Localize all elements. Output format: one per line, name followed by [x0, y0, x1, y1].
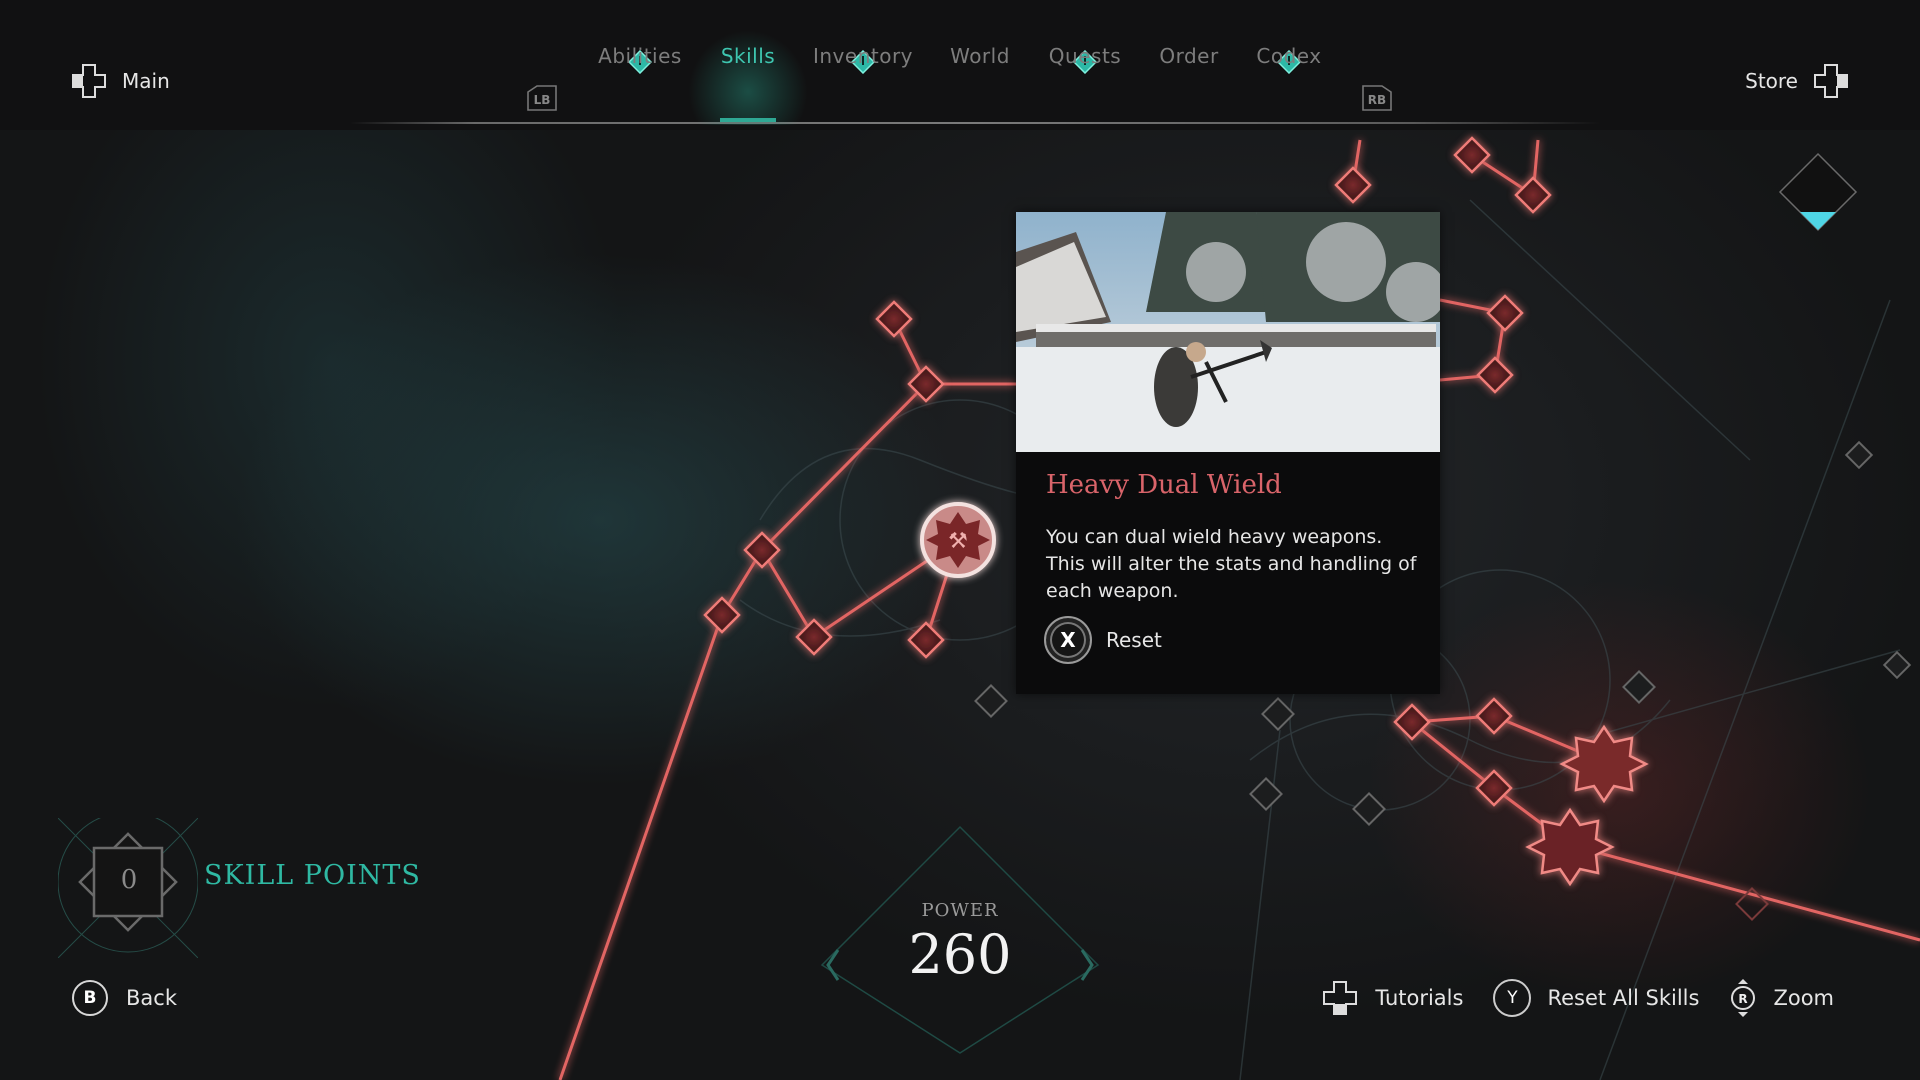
reset-skill-button[interactable]: X Reset [1044, 616, 1162, 664]
skill-points-value: 0 [120, 865, 138, 895]
svg-text:LB: LB [534, 93, 551, 107]
tutorials-label: Tutorials [1375, 986, 1464, 1010]
x-button-icon: X [1044, 616, 1092, 664]
rb-bumper-icon[interactable]: RB [1360, 84, 1394, 112]
right-stick-icon: R [1731, 979, 1756, 1017]
store-button[interactable]: Store [1745, 62, 1850, 100]
zoom-button[interactable]: R Zoom [1729, 978, 1834, 1018]
tab-abilities[interactable]: Abilities [598, 44, 682, 68]
rank-progress-fill [1780, 212, 1856, 230]
skill-description: You can dual wield heavy weapons. This w… [1046, 526, 1417, 602]
power-display: POWER 260 [860, 900, 1060, 986]
skill-title: Heavy Dual Wield [1046, 470, 1282, 500]
svg-text:RB: RB [1368, 93, 1386, 107]
power-label: POWER [921, 900, 999, 921]
locked-skill-node[interactable] [1249, 777, 1283, 811]
top-divider [350, 122, 1600, 124]
tutorials-button[interactable]: Tutorials [1321, 979, 1463, 1017]
skill-node[interactable] [1453, 136, 1491, 174]
skill-node[interactable] [1475, 697, 1513, 735]
tab-quests[interactable]: Quests [1049, 44, 1121, 68]
active-tab-indicator [720, 118, 776, 122]
reset-skill-label: Reset [1106, 628, 1162, 652]
power-value: 260 [908, 923, 1012, 986]
back-button[interactable]: B Back [72, 980, 177, 1016]
locked-skill-node[interactable] [1261, 697, 1295, 731]
crossed-hammers-icon: ⚒ [948, 529, 968, 554]
tab-skills[interactable]: Skills [721, 44, 775, 68]
lb-bumper-icon[interactable]: LB [525, 84, 559, 112]
tab-order[interactable]: Order [1159, 44, 1218, 68]
dpad-right-icon [1814, 64, 1848, 98]
back-label: Back [126, 986, 177, 1010]
skill-node[interactable] [1334, 166, 1372, 204]
skill-points-label: SKILL POINTS [204, 860, 421, 891]
rank-progress-diamond [1778, 152, 1858, 232]
tab-codex[interactable]: Codex [1256, 44, 1321, 68]
b-button-icon: B [72, 980, 108, 1016]
store-label: Store [1745, 69, 1798, 93]
skill-node[interactable] [1475, 769, 1513, 807]
skill-node[interactable] [703, 596, 741, 634]
skill-node[interactable] [1486, 294, 1524, 332]
svg-text:R: R [1739, 992, 1748, 1006]
zoom-label: Zoom [1773, 986, 1834, 1010]
dpad-left-icon [72, 64, 106, 98]
skill-preview-image [1016, 212, 1440, 452]
locked-skill-node[interactable] [1844, 440, 1874, 470]
skill-detail-panel: Heavy Dual Wield You can dual wield heav… [1016, 212, 1440, 694]
tab-world[interactable]: World [950, 44, 1010, 68]
skill-node[interactable] [875, 300, 913, 338]
locked-skill-node[interactable] [1622, 670, 1656, 704]
reset-all-skills-label: Reset All Skills [1547, 986, 1700, 1010]
footer-actions: Tutorials Y Reset All Skills R Zoom [1321, 978, 1834, 1018]
reset-all-skills-button[interactable]: Y Reset All Skills [1493, 979, 1699, 1017]
skill-node[interactable] [1514, 176, 1552, 214]
major-skill-node[interactable] [1559, 724, 1649, 804]
main-menu-label: Main [122, 69, 170, 93]
locked-skill-node[interactable] [1882, 650, 1912, 680]
tab-inventory[interactable]: Inventory [813, 44, 913, 68]
skill-node[interactable] [1476, 356, 1514, 394]
dpad-down-icon [1323, 981, 1358, 1015]
skill-node[interactable] [1393, 703, 1431, 741]
y-button-icon: Y [1493, 979, 1532, 1017]
locked-skill-node[interactable] [1352, 792, 1386, 826]
locked-skill-node[interactable] [974, 684, 1008, 718]
main-menu-button[interactable]: Main [70, 62, 170, 100]
skill-node[interactable] [795, 618, 833, 656]
selected-skill-node[interactable]: ⚒ [920, 502, 996, 578]
